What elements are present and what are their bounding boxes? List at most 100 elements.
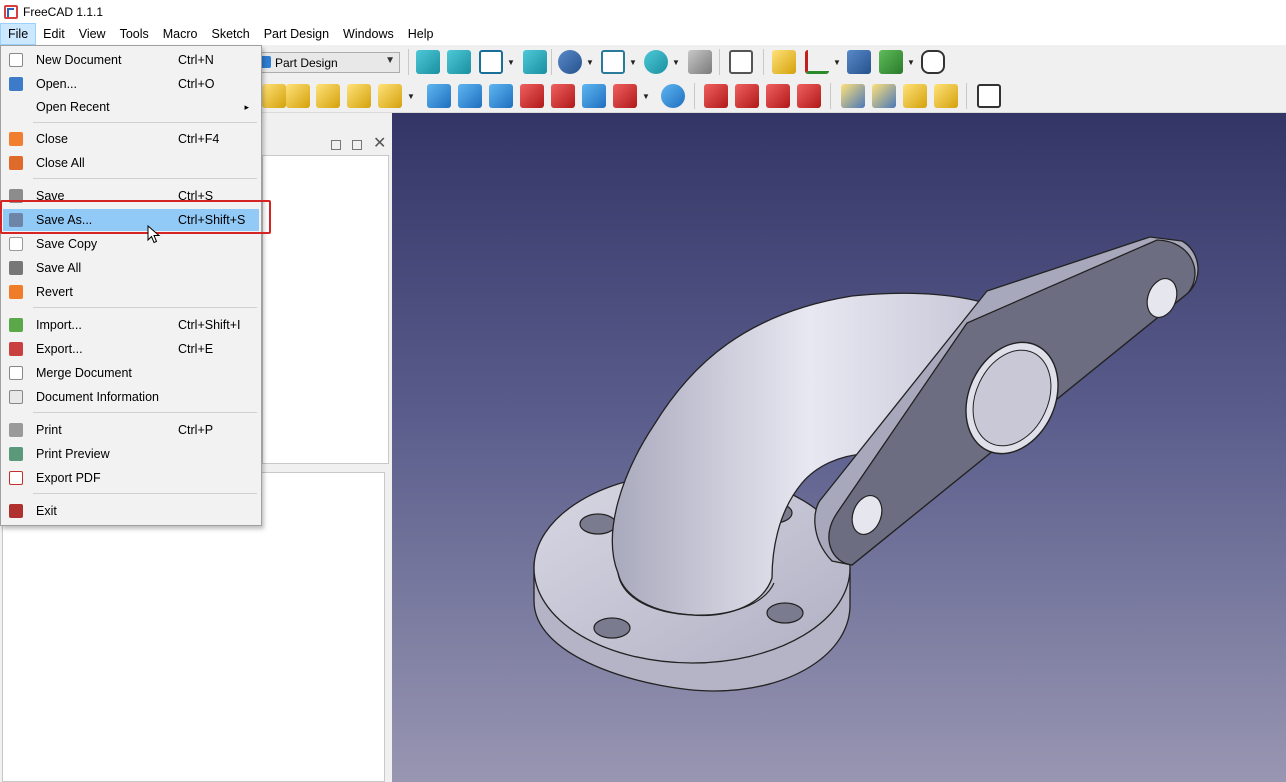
chevron-down-icon[interactable]: ▼: [407, 92, 415, 101]
chevron-down-icon: ▼: [385, 55, 395, 66]
menu-item-label: Save All: [36, 261, 82, 275]
save-copy-icon: [9, 237, 23, 251]
boolean-icon[interactable]: [661, 84, 685, 108]
3d-viewport[interactable]: [392, 113, 1286, 782]
file-menu-dropdown: New Document Ctrl+N Open... Ctrl+O Open …: [0, 45, 262, 526]
menu-edit[interactable]: Edit: [36, 23, 72, 45]
mirrored-icon[interactable]: [841, 84, 865, 108]
additive-primitive-icon[interactable]: [378, 84, 402, 108]
undock-panel-icon[interactable]: [352, 140, 362, 150]
menu-close[interactable]: Close Ctrl+F4: [3, 128, 259, 150]
toolbar-separator: [966, 83, 967, 109]
menu-revert[interactable]: Revert: [3, 281, 259, 303]
menu-item-shortcut: Ctrl+F4: [178, 132, 220, 146]
menu-new-document[interactable]: New Document Ctrl+N: [3, 49, 259, 71]
chevron-down-icon[interactable]: ▼: [586, 58, 594, 67]
menu-close-all[interactable]: Close All: [3, 152, 259, 174]
menu-print-preview[interactable]: Print Preview: [3, 443, 259, 465]
sprocket-icon[interactable]: [977, 84, 1001, 108]
fit-all-icon[interactable]: [416, 50, 440, 74]
fillet-icon[interactable]: [704, 84, 728, 108]
menu-item-label: Save Copy: [36, 237, 98, 251]
menu-open[interactable]: Open... Ctrl+O: [3, 73, 259, 95]
create-group-icon[interactable]: [847, 50, 871, 74]
menu-windows[interactable]: Windows: [336, 23, 401, 45]
merge-document-icon: [9, 366, 23, 380]
fit-selection-icon[interactable]: [447, 50, 471, 74]
variable-set-icon[interactable]: [921, 50, 945, 74]
menu-item-label: Close All: [36, 156, 85, 170]
chevron-down-icon[interactable]: ▼: [642, 92, 650, 101]
menu-item-shortcut: Ctrl+O: [178, 77, 215, 91]
link-icon[interactable]: [879, 50, 903, 74]
workbench-selector[interactable]: Part Design ▼: [256, 52, 400, 73]
sweep-icon[interactable]: [347, 84, 371, 108]
menu-import[interactable]: Import... Ctrl+Shift+I: [3, 314, 259, 336]
zoom-icon[interactable]: [644, 50, 668, 74]
menu-tools[interactable]: Tools: [113, 23, 156, 45]
exit-icon: [9, 504, 23, 518]
subtractive-primitive-icon[interactable]: [613, 84, 637, 108]
menu-merge-document[interactable]: Merge Document: [3, 362, 259, 384]
linear-pattern-icon[interactable]: [872, 84, 896, 108]
hole-icon[interactable]: [458, 84, 482, 108]
subtractive-loft-icon[interactable]: [520, 84, 544, 108]
menu-exit[interactable]: Exit: [3, 500, 259, 522]
menu-document-information[interactable]: Document Information: [3, 386, 259, 408]
model-tree[interactable]: [262, 155, 389, 464]
chevron-down-icon[interactable]: ▼: [907, 58, 915, 67]
chevron-down-icon[interactable]: ▼: [507, 58, 515, 67]
menu-file[interactable]: File: [0, 23, 37, 45]
menu-help[interactable]: Help: [401, 23, 441, 45]
workbench-selector-value: Part Design: [275, 55, 338, 70]
chevron-down-icon[interactable]: ▼: [672, 58, 680, 67]
menu-save-all[interactable]: Save All: [3, 257, 259, 279]
menu-print[interactable]: Print Ctrl+P: [3, 419, 259, 441]
multi-transform-icon[interactable]: [934, 84, 958, 108]
menu-macro[interactable]: Macro: [156, 23, 205, 45]
menu-item-shortcut: Ctrl+Shift+I: [178, 318, 241, 332]
measure-icon[interactable]: [688, 50, 712, 74]
save-all-icon: [9, 261, 23, 275]
standard-views-icon[interactable]: [601, 50, 625, 74]
menu-item-label: Export PDF: [36, 471, 101, 485]
chevron-down-icon[interactable]: ▼: [629, 58, 637, 67]
whats-this-icon[interactable]: [729, 50, 753, 74]
menu-export-pdf[interactable]: Export PDF: [3, 467, 259, 489]
no-selection-icon[interactable]: [558, 50, 582, 74]
chevron-down-icon[interactable]: ▼: [833, 58, 841, 67]
polar-pattern-icon[interactable]: [903, 84, 927, 108]
menu-item-label: Exit: [36, 504, 57, 518]
pocket-icon[interactable]: [427, 84, 451, 108]
menu-item-label: New Document: [36, 53, 122, 67]
revolution-icon[interactable]: [316, 84, 340, 108]
draw-style-icon[interactable]: [523, 50, 547, 74]
create-part-icon[interactable]: [772, 50, 796, 74]
menu-save-copy[interactable]: Save Copy: [3, 233, 259, 255]
menu-sketch[interactable]: Sketch: [205, 23, 257, 45]
close-panel-icon[interactable]: ✕: [373, 136, 386, 152]
menu-view[interactable]: View: [72, 23, 113, 45]
export-pdf-icon: [9, 471, 23, 485]
menu-separator: [33, 493, 257, 494]
toolbar-separator: [830, 83, 831, 109]
pad-icon[interactable]: [286, 84, 310, 108]
print-preview-icon: [9, 447, 23, 461]
menu-open-recent[interactable]: Open Recent ▸: [3, 96, 259, 118]
document-info-icon: [9, 390, 23, 404]
isometric-view-icon[interactable]: [479, 50, 503, 74]
coordinate-system-icon[interactable]: [805, 50, 829, 74]
draft-icon[interactable]: [766, 84, 790, 108]
groove-icon[interactable]: [489, 84, 513, 108]
sketch-icon[interactable]: [262, 84, 286, 108]
thickness-icon[interactable]: [797, 84, 821, 108]
float-panel-icon[interactable]: [331, 140, 341, 150]
subtractive-pipe-icon[interactable]: [551, 84, 575, 108]
new-document-icon: [9, 53, 23, 67]
subtractive-helix-icon[interactable]: [582, 84, 606, 108]
menu-export[interactable]: Export... Ctrl+E: [3, 338, 259, 360]
title-bar: FreeCAD 1.1.1: [0, 0, 1286, 23]
chamfer-icon[interactable]: [735, 84, 759, 108]
menu-item-shortcut: Ctrl+N: [178, 53, 214, 67]
menu-part-design[interactable]: Part Design: [257, 23, 336, 45]
